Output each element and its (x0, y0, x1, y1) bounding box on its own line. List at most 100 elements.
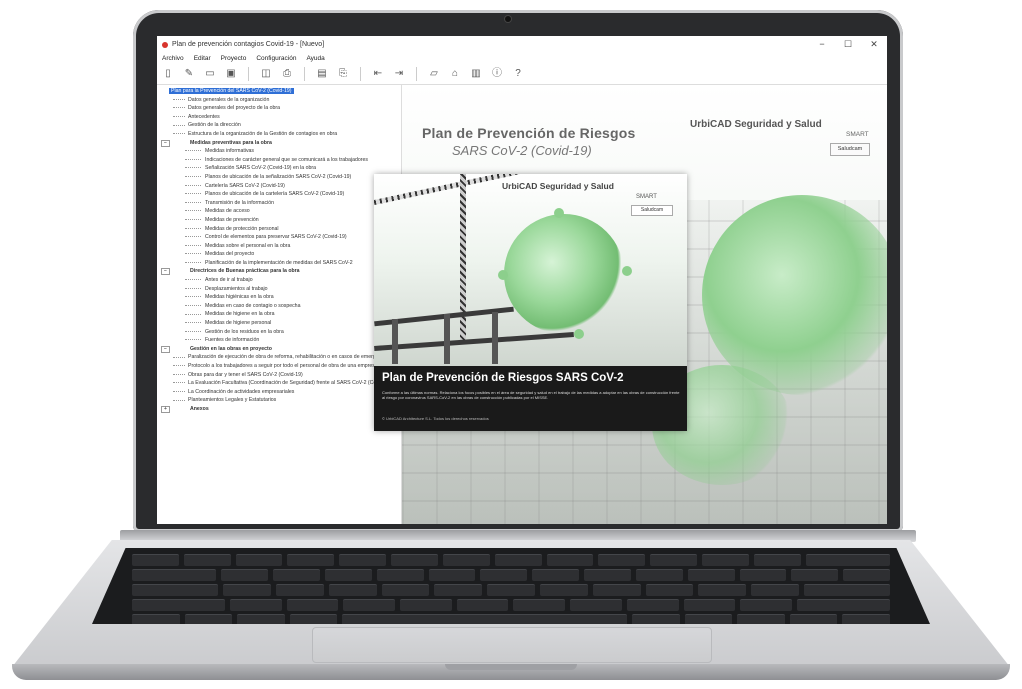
tree-item[interactable]: Medidas de protección personal (157, 225, 401, 234)
tree-item[interactable]: La Evaluación Facultativa (Coordinación … (157, 379, 401, 388)
app-window: Plan de prevención contagios Covid-19 - … (157, 36, 887, 524)
virus-spike (554, 208, 564, 218)
toolbar: ▯ ✎ ▭ ▣ ◫ ⎙ ▤ ⎘ ⇤ ⇥ ▱ ⌂ ▥ ⓘ ? (157, 64, 887, 85)
menu-archivo[interactable]: Archivo (162, 55, 184, 62)
tree-item[interactable]: Señalización SARS CoV-2 (Covid-19) en la… (157, 164, 401, 173)
tree-group[interactable]: − Medidas preventivas para la obra (157, 139, 401, 148)
virus-image (504, 214, 624, 334)
next-icon[interactable]: ⇥ (393, 68, 405, 80)
previous-icon[interactable]: ⇤ (372, 68, 384, 80)
edit-icon[interactable]: ✎ (183, 68, 195, 80)
tree-item[interactable]: Protocolo a los trabajadores a seguir po… (157, 362, 401, 371)
toolbar-separator (416, 67, 417, 81)
tree-item[interactable]: Medidas de prevención (157, 216, 401, 225)
close-button[interactable]: ✕ (861, 39, 887, 50)
tree-item[interactable]: Indicaciones de carácter general que se … (157, 156, 401, 165)
trackpad (312, 627, 712, 663)
export-icon[interactable]: ▤ (316, 68, 328, 80)
tree-item[interactable]: Planos de ubicación de la cartelería SAR… (157, 190, 401, 199)
tree-item[interactable]: Gestión de los residuos en la obra (157, 328, 401, 337)
tree-item[interactable]: Transmisión de la información (157, 199, 401, 208)
document-icon[interactable]: ▱ (428, 68, 440, 80)
tree-item[interactable]: Planificación de la implementación de me… (157, 259, 401, 268)
saludcam-button[interactable]: Saludcam (830, 143, 870, 156)
tree-item[interactable]: Medidas del proyecto (157, 250, 401, 259)
tree-group[interactable]: − Gestión en las obras en proyecto (157, 345, 401, 354)
menu-proyecto[interactable]: Proyecto (221, 55, 247, 62)
building-slab (374, 332, 574, 351)
collapse-toggle-icon[interactable]: − (161, 345, 170, 353)
tree-item[interactable]: Estructura de la organización de la Gest… (157, 130, 401, 139)
virus-spike (498, 270, 508, 280)
menu-editar[interactable]: Editar (194, 55, 211, 62)
tree-item[interactable]: Medidas en caso de contagio o sospecha (157, 302, 401, 311)
expand-toggle-icon[interactable]: + (161, 405, 170, 413)
virus-spike (622, 266, 632, 276)
title-bar: Plan de prevención contagios Covid-19 - … (157, 36, 887, 53)
splash-title: Plan de Prevención de Riesgos SARS CoV-2 (382, 372, 624, 384)
tree-group[interactable]: + Anexos (157, 405, 401, 414)
home-icon[interactable]: ⌂ (449, 68, 461, 80)
document-tree: Plan para la Prevención del SARS CoV-2 (… (157, 85, 402, 524)
tree-item[interactable]: Medidas higiénicas en la obra (157, 293, 401, 302)
maximize-button[interactable]: ☐ (835, 39, 861, 50)
save-icon[interactable]: ▣ (225, 68, 237, 80)
menu-ayuda[interactable]: Ayuda (306, 55, 324, 62)
tree-item[interactable]: Desplazamientos al trabajo (157, 285, 401, 294)
toolbar-separator (360, 67, 361, 81)
splash-copyright: © UrbiCAD Architecture S.L. Todos los de… (382, 416, 489, 421)
splash-smart-label: SMART (636, 194, 657, 200)
attach-icon[interactable]: ⎘ (337, 68, 349, 80)
splash-saludcam-button[interactable]: Saludcam (631, 205, 673, 216)
menu-configuracion[interactable]: Configuración (256, 55, 296, 62)
open-icon[interactable]: ▭ (204, 68, 216, 80)
splash-image: UrbiCAD Seguridad y Salud SMART Saludcam (374, 174, 687, 366)
tree-item[interactable]: Antecedentes (157, 113, 401, 122)
tree-item[interactable]: Datos generales de la organización (157, 96, 401, 105)
tree-item[interactable]: Antes de ir al trabajo (157, 276, 401, 285)
tree-item[interactable]: Medidas de acceso (157, 207, 401, 216)
building-column (444, 314, 450, 364)
preview-icon[interactable]: ◫ (260, 68, 272, 80)
crane-jib (374, 174, 522, 205)
crane-mast (460, 174, 466, 344)
app-icon (162, 41, 168, 48)
report-icon[interactable]: ▥ (470, 68, 482, 80)
print-icon[interactable]: ⎙ (281, 68, 293, 80)
new-icon[interactable]: ▯ (162, 68, 174, 80)
tree-item[interactable]: La Coordinación de actividades empresari… (157, 388, 401, 397)
collapse-toggle-icon[interactable]: − (161, 139, 170, 147)
tree-item[interactable]: Medidas de higiene personal (157, 319, 401, 328)
collapse-toggle-icon[interactable]: − (161, 268, 170, 276)
keyboard (92, 548, 930, 624)
tree-item[interactable]: Medidas de higiene en la obra (157, 310, 401, 319)
tree-item[interactable]: Medidas sobre el personal en la obra (157, 242, 401, 251)
tree-item[interactable]: Obras para dar y tener el SARS CoV-2 (Co… (157, 371, 401, 380)
tree-item[interactable]: Cartelería SARS CoV-2 (Covid-19) (157, 182, 401, 191)
tree-item[interactable]: Datos generales del proyecto de la obra (157, 104, 401, 113)
window-title: Plan de prevención contagios Covid-19 - … (172, 41, 325, 48)
building-column (392, 319, 398, 364)
splash-description: Conforme a las últimas normas. Relaciona… (382, 390, 680, 400)
tree-root[interactable]: Plan para la Prevención del SARS CoV-2 (… (157, 87, 401, 96)
tree-item[interactable]: Planteamientos Legales y Estatutarios (157, 396, 401, 405)
minimize-button[interactable]: − (809, 39, 835, 50)
tree-item[interactable]: Fuentes de información (157, 336, 401, 345)
splash-footer: Plan de Prevención de Riesgos SARS CoV-2… (374, 366, 687, 431)
help-icon[interactable]: ? (512, 68, 524, 80)
virus-spike (574, 329, 584, 339)
tree-item[interactable]: Gestión de la dirección (157, 121, 401, 130)
info-icon[interactable]: ⓘ (491, 68, 503, 80)
tree-item[interactable]: Paralización de ejecución de obra de ref… (157, 353, 401, 362)
toolbar-separator (304, 67, 305, 81)
tree-item[interactable]: Control de elementos para preservar SARS… (157, 233, 401, 242)
smart-label: SMART (846, 131, 869, 138)
tree-group[interactable]: − Directrices de Buenas prácticas para la… (157, 267, 401, 276)
tree-item[interactable]: Medidas informativas (157, 147, 401, 156)
brand-logo: UrbiCAD Seguridad y Salud (690, 119, 822, 130)
menu-bar: Archivo Editar Proyecto Configuración Ay… (157, 53, 887, 64)
page-subtitle: SARS CoV-2 (Covid-19) (452, 143, 592, 158)
building-column (492, 312, 498, 364)
tree-item[interactable]: Planos de ubicación de la señalización S… (157, 173, 401, 182)
laptop-notch (445, 664, 577, 670)
